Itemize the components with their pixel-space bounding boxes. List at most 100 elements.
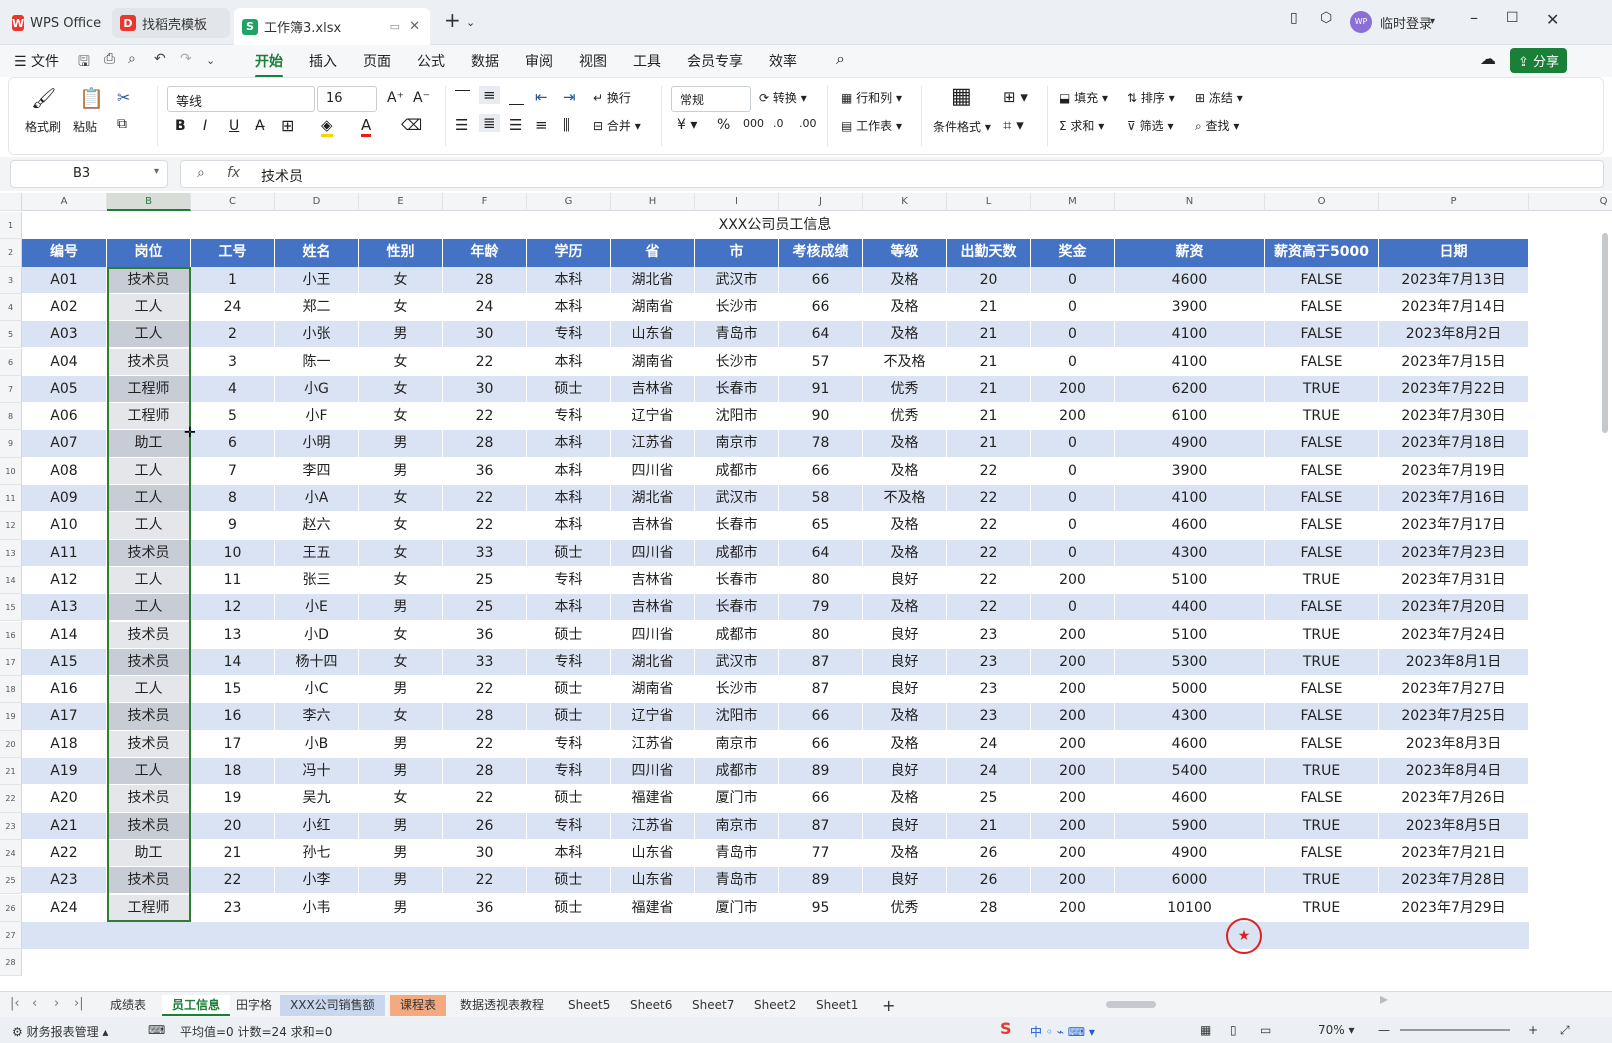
minimize-icon[interactable]: – — [1470, 8, 1478, 27]
table-cell[interactable]: 女 — [359, 375, 443, 404]
table-cell[interactable]: 厦门市 — [695, 894, 779, 922]
table-cell[interactable]: 女 — [359, 539, 443, 567]
table-cell[interactable]: 男 — [359, 867, 443, 895]
table-cell[interactable]: 22 — [443, 512, 527, 540]
row-header-14[interactable]: 14 — [0, 566, 22, 595]
page-layout-icon[interactable]: ▯ — [1230, 1023, 1237, 1037]
header-cell[interactable]: 性别 — [359, 239, 443, 267]
table-cell[interactable]: 2023年7月29日 — [1379, 894, 1529, 922]
table-cell[interactable]: 4900 — [1115, 430, 1265, 458]
row-header-8[interactable]: 8 — [0, 403, 22, 431]
row-header-16[interactable]: 16 — [0, 621, 22, 649]
border-icon[interactable]: ⊞ — [281, 116, 294, 135]
table-cell[interactable]: 四川省 — [611, 539, 695, 567]
table-cell[interactable]: 64 — [779, 539, 863, 567]
sheet-tab-10[interactable]: Sheet2 — [744, 995, 806, 1016]
tab-member[interactable]: 会员专享 — [687, 51, 743, 71]
header-cell[interactable]: 省 — [611, 239, 695, 267]
indent-increase-icon[interactable]: ⇥ — [563, 88, 576, 106]
sheet-tab-3[interactable]: 田字格 — [226, 995, 282, 1016]
format-painter-icon[interactable]: 🖌 — [31, 86, 56, 110]
table-cell[interactable]: 4 — [191, 375, 275, 404]
table-cell[interactable]: 21 — [947, 403, 1031, 431]
table-cell[interactable]: 80 — [779, 621, 863, 649]
table-cell[interactable]: 5300 — [1115, 648, 1265, 677]
table-cell[interactable]: 28 — [443, 758, 527, 786]
table-cell[interactable]: TRUE — [1265, 758, 1379, 786]
table-cell[interactable]: 77 — [779, 839, 863, 868]
table-cell[interactable]: 20 — [191, 812, 275, 840]
italic-icon[interactable]: I — [203, 118, 207, 134]
column-header-I[interactable]: I — [695, 193, 779, 211]
table-cell[interactable]: 成都市 — [695, 758, 779, 786]
table-cell[interactable]: 长春市 — [695, 512, 779, 540]
table-cell[interactable]: 36 — [443, 457, 527, 485]
table-cell[interactable]: A08 — [22, 457, 107, 485]
table-cell[interactable]: 6000 — [1115, 867, 1265, 895]
table-cell[interactable]: 男 — [359, 812, 443, 840]
table-cell[interactable]: 优秀 — [863, 894, 947, 922]
zoom-out-icon[interactable]: — — [1378, 1023, 1390, 1037]
table-cell[interactable]: 湖南省 — [611, 676, 695, 704]
tab-data[interactable]: 数据 — [471, 51, 499, 71]
table-cell[interactable]: 及格 — [863, 430, 947, 458]
prev-sheet-icon[interactable]: ‹ — [32, 996, 37, 1011]
sheet-tab-2[interactable]: 员工信息 — [162, 995, 231, 1016]
table-cell[interactable]: 小张 — [275, 321, 359, 349]
column-header-K[interactable]: K — [863, 193, 947, 211]
row-header-7[interactable]: 7 — [0, 375, 22, 404]
avatar[interactable]: WP — [1350, 11, 1372, 33]
table-cell[interactable]: FALSE — [1265, 839, 1379, 868]
row-header-26[interactable]: 26 — [0, 894, 22, 922]
row-header-22[interactable]: 22 — [0, 785, 22, 813]
table-cell[interactable]: 2023年8月3日 — [1379, 730, 1529, 758]
table-cell[interactable]: 21 — [191, 839, 275, 868]
copy-icon[interactable]: ⧉ — [117, 116, 127, 132]
table-cell[interactable]: 及格 — [863, 293, 947, 322]
table-cell[interactable]: FALSE — [1265, 266, 1379, 294]
layout-icon[interactable]: ▯ — [1290, 10, 1298, 26]
table-cell[interactable]: TRUE — [1265, 867, 1379, 895]
table-cell[interactable]: 2023年7月30日 — [1379, 403, 1529, 431]
table-cell[interactable]: 男 — [359, 676, 443, 704]
undo-icon[interactable]: ↶ — [154, 51, 166, 67]
table-cell[interactable]: 22 — [947, 457, 1031, 485]
table-cell[interactable]: 20 — [947, 266, 1031, 294]
table-cell[interactable]: 郑二 — [275, 293, 359, 322]
table-cell[interactable]: 李四 — [275, 457, 359, 485]
row-header-2[interactable]: 2 — [0, 239, 22, 267]
table-cell[interactable]: 辽宁省 — [611, 703, 695, 731]
table-cell[interactable]: 200 — [1031, 785, 1115, 813]
table-cell[interactable]: 22 — [947, 539, 1031, 567]
font-size-select[interactable]: 16 — [317, 86, 377, 112]
table-cell[interactable]: 小明 — [275, 430, 359, 458]
table-cell[interactable]: A02 — [22, 293, 107, 322]
shortcut-icon[interactable]: ⌨ — [148, 1023, 165, 1037]
row-header-12[interactable]: 12 — [0, 512, 22, 540]
table-cell[interactable]: 0 — [1031, 348, 1115, 376]
table-cell[interactable]: 长春市 — [695, 375, 779, 404]
table-cell[interactable]: 女 — [359, 621, 443, 649]
table-cell[interactable]: 200 — [1031, 812, 1115, 840]
table-cell[interactable]: 男 — [359, 894, 443, 922]
table-cell[interactable]: 22 — [443, 867, 527, 895]
conditional-format-button[interactable]: 条件格式 ▾ — [933, 118, 991, 135]
table-cell[interactable]: 89 — [779, 758, 863, 786]
row-header-1[interactable]: 1 — [0, 212, 22, 240]
table-cell[interactable]: A07 — [22, 430, 107, 458]
tab-formula[interactable]: 公式 — [417, 51, 445, 71]
table-cell[interactable]: 0 — [1031, 512, 1115, 540]
file-menu[interactable]: ☰ 文件 — [14, 51, 59, 71]
table-cell[interactable]: 23 — [947, 676, 1031, 704]
tab-efficiency[interactable]: 效率 — [769, 51, 797, 71]
table-cell[interactable]: 24 — [191, 293, 275, 322]
table-cell[interactable]: 青岛市 — [695, 867, 779, 895]
horizontal-scrollbar[interactable] — [1106, 1001, 1156, 1008]
row-header-20[interactable]: 20 — [0, 730, 22, 758]
table-cell[interactable]: 4300 — [1115, 539, 1265, 567]
table-cell[interactable]: 优秀 — [863, 403, 947, 431]
column-header-L[interactable]: L — [947, 193, 1031, 211]
table-cell[interactable]: A04 — [22, 348, 107, 376]
table-cell[interactable]: 本科 — [527, 839, 611, 868]
table-cell[interactable]: 21 — [947, 430, 1031, 458]
